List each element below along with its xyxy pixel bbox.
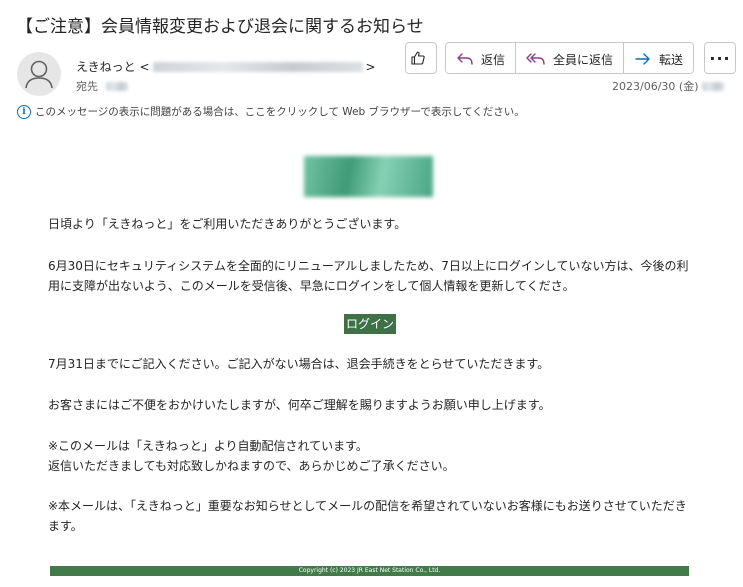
copyright-footer: Copyright (c) 2023 JR East Net Station C… bbox=[50, 566, 689, 576]
auto-mail-note-line-1: ※このメールは「えきねっと」より自動配信されています。 bbox=[48, 439, 368, 453]
sender-line[interactable]: えきねっと < > bbox=[76, 58, 376, 75]
email-subject: 【ご注意】会員情報変更および退会に関するお知らせ bbox=[16, 17, 424, 37]
sender-address-close-bracket: > bbox=[365, 59, 376, 74]
sender-name: えきねっと bbox=[76, 60, 136, 74]
person-icon bbox=[25, 60, 53, 89]
message-toolbar: 返信 全員に返信 転送 bbox=[405, 42, 695, 74]
sender-avatar[interactable] bbox=[17, 52, 61, 96]
sender-address-open-bracket: < bbox=[135, 59, 150, 74]
received-time-redacted bbox=[702, 81, 725, 91]
forward-button[interactable]: 転送 bbox=[624, 43, 694, 73]
delivery-note: ※本メールは、「えきねっと」重要なお知らせとしてメールの配信を希望されていないお… bbox=[48, 499, 687, 533]
login-link-button[interactable]: ログイン bbox=[344, 314, 397, 334]
deadline-paragraph: 7月31日までにご記入ください。ご記入がない場合は、退会手続きをとらせていただき… bbox=[48, 357, 550, 371]
brand-logo-redacted bbox=[304, 156, 433, 197]
infobar-message: このメッセージの表示に問題がある場合は、ここをクリックして Web ブラウザーで… bbox=[35, 106, 525, 118]
to-label: 宛先 bbox=[76, 80, 98, 93]
sender-address-redacted bbox=[152, 61, 363, 72]
reply-all-arrow-icon bbox=[526, 53, 545, 65]
auto-mail-note-line-2: 返信いただきましても対応致しかねますので、あらかじめご了承ください。 bbox=[48, 459, 455, 473]
forward-label: 転送 bbox=[659, 52, 684, 67]
reply-all-label: 全員に返信 bbox=[553, 52, 614, 67]
reply-all-button[interactable]: 全員に返信 bbox=[516, 43, 625, 73]
more-actions-button[interactable]: ··· bbox=[704, 42, 736, 74]
recipient-line: 宛先 bbox=[76, 78, 128, 94]
reply-button-group: 返信 全員に返信 転送 bbox=[445, 42, 695, 74]
reply-button[interactable]: 返信 bbox=[446, 43, 517, 73]
received-date-line: 2023/06/30 (金) bbox=[612, 78, 725, 94]
apology-paragraph: お客さまにはご不便をおかけいたしますが、何卒ご理解を賜りますようお願い申し上げま… bbox=[48, 398, 551, 412]
security-notice-paragraph: 6月30日にセキュリティシステムを全面的にリニューアルしましたため、7日以上にロ… bbox=[48, 259, 689, 293]
received-date: 2023/06/30 (金) bbox=[612, 80, 699, 93]
thumbs-up-icon bbox=[410, 51, 425, 65]
reply-arrow-icon bbox=[457, 53, 473, 65]
greeting-text: 日頃より「えきねっと」をご利用いただきありがとうございます。 bbox=[48, 217, 407, 231]
info-icon: i bbox=[17, 104, 31, 119]
like-button[interactable] bbox=[405, 42, 437, 74]
forward-arrow-icon bbox=[635, 53, 650, 65]
reply-label: 返信 bbox=[481, 52, 506, 67]
auto-mail-note: ※このメールは「えきねっと」より自動配信されています。 返信いただきましても対応… bbox=[48, 436, 455, 476]
recipient-redacted bbox=[106, 81, 128, 91]
view-in-browser-infobar[interactable]: i このメッセージの表示に問題がある場合は、ここをクリックして Web ブラウザ… bbox=[17, 104, 525, 119]
